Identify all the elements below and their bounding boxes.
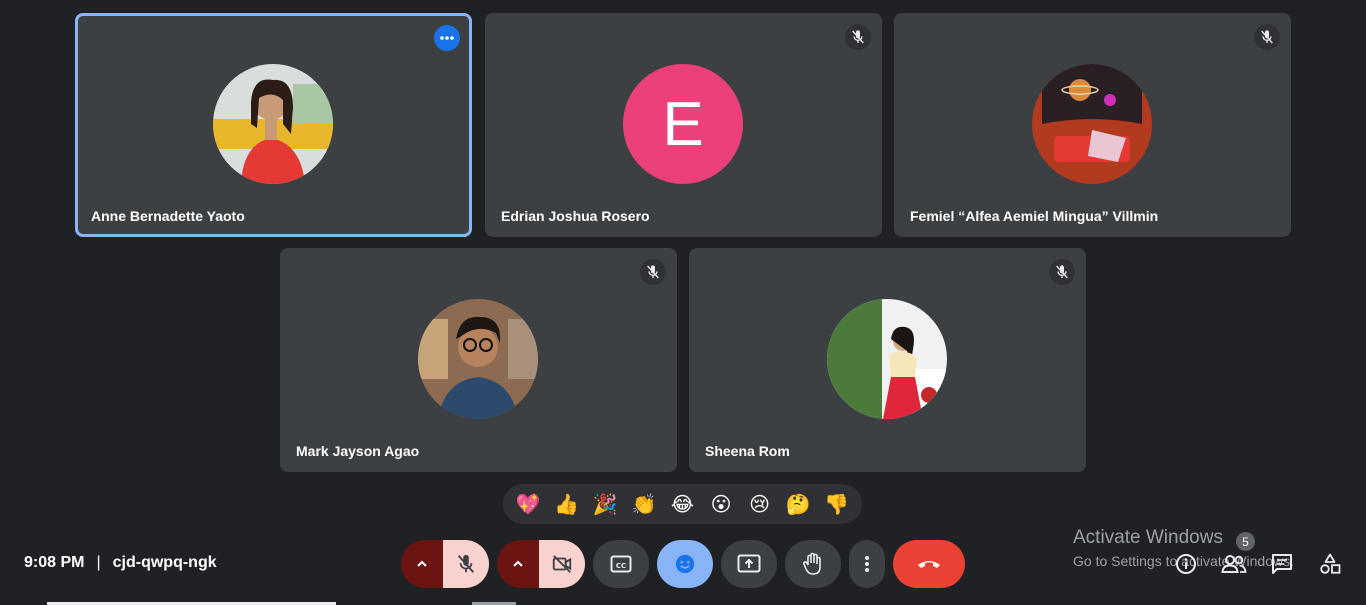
chevron-up-icon <box>417 560 427 567</box>
activities-button[interactable] <box>1318 552 1342 576</box>
participant-name: Femiel “Alfea Aemiel Mingua” Villmin <box>910 208 1159 224</box>
avatar <box>1032 64 1152 184</box>
leave-call-button[interactable] <box>893 540 965 588</box>
participant-tile[interactable]: Anne Bernadette Yaoto <box>75 13 472 237</box>
audio-options-button[interactable] <box>401 540 444 588</box>
microphone-toggle-button[interactable] <box>443 540 489 588</box>
hand-icon <box>803 552 821 575</box>
reaction-sparkling-heart[interactable]: 💖 <box>510 486 546 522</box>
mic-control-group <box>401 540 489 588</box>
reaction-crying[interactable]: 😢 <box>742 486 778 522</box>
more-vertical-icon <box>865 556 869 572</box>
muted-indicator <box>845 24 871 50</box>
videocam-off-icon <box>552 555 572 573</box>
avatar <box>418 299 538 419</box>
participant-tile[interactable]: Mark Jayson Agao <box>280 248 677 472</box>
reaction-surprised[interactable]: 😮 <box>703 486 739 522</box>
reaction-thinking[interactable]: 🤔 <box>780 486 816 522</box>
watermark-title: Activate Windows <box>1073 527 1223 548</box>
present-screen-button[interactable] <box>721 540 777 588</box>
participant-tile[interactable]: E Edrian Joshua Rosero <box>485 13 882 237</box>
chevron-up-icon <box>513 560 523 567</box>
participant-name: Sheena Rom <box>705 443 790 459</box>
muted-indicator <box>1254 24 1280 50</box>
reactions-bar: 💖 👍 🎉 👏 😂 😮 😢 🤔 👎 <box>503 484 862 524</box>
info-icon <box>1176 554 1196 574</box>
reactions-button[interactable] <box>657 540 713 588</box>
more-horizontal-icon <box>440 36 454 40</box>
avatar: E <box>623 64 743 184</box>
participant-name: Anne Bernadette Yaoto <box>91 208 245 224</box>
meeting-time: 9:08 PM <box>24 554 85 571</box>
present-to-all-icon <box>737 554 761 573</box>
avatar <box>827 299 947 419</box>
mic-off-icon <box>852 30 864 44</box>
closed-captions-icon: CC <box>610 555 632 573</box>
camera-toggle-button[interactable] <box>539 540 585 588</box>
activities-shapes-icon <box>1320 553 1341 574</box>
chat-icon <box>1272 554 1292 574</box>
call-end-icon <box>918 561 940 568</box>
reaction-party-popper[interactable]: 🎉 <box>587 486 623 522</box>
more-options-button[interactable] <box>849 540 885 588</box>
mic-off-icon <box>458 554 475 573</box>
chat-button[interactable] <box>1270 552 1294 576</box>
meeting-details-button[interactable] <box>1174 552 1198 576</box>
meeting-info: 9:08 PM | cjd-qwpq-ngk <box>24 554 217 572</box>
people-button[interactable] <box>1221 552 1247 576</box>
svg-text:CC: CC <box>616 562 626 570</box>
participant-name: Edrian Joshua Rosero <box>501 208 650 224</box>
reaction-clapping[interactable]: 👏 <box>626 486 662 522</box>
video-options-button[interactable] <box>497 540 540 588</box>
separator: | <box>96 554 101 571</box>
camera-control-group <box>497 540 585 588</box>
participant-tile[interactable]: Sheena Rom <box>689 248 1086 472</box>
people-icon <box>1221 555 1247 573</box>
mic-off-icon <box>1261 30 1273 44</box>
mic-off-icon <box>1056 265 1068 279</box>
participant-name: Mark Jayson Agao <box>296 443 420 459</box>
muted-indicator <box>640 259 666 285</box>
participant-count-badge: 5 <box>1236 532 1255 551</box>
avatar <box>213 64 333 184</box>
reaction-laughing[interactable]: 😂 <box>664 486 700 522</box>
reaction-thumbs-down[interactable]: 👎 <box>819 486 855 522</box>
reaction-thumbs-up[interactable]: 👍 <box>549 486 585 522</box>
more-options-button[interactable] <box>434 25 460 51</box>
meeting-code: cjd-qwpq-ngk <box>112 554 217 571</box>
participant-tile[interactable]: Femiel “Alfea Aemiel Mingua” Villmin <box>894 13 1291 237</box>
raise-hand-button[interactable] <box>785 540 841 588</box>
mic-off-icon <box>647 265 659 279</box>
muted-indicator <box>1049 259 1075 285</box>
captions-button[interactable]: CC <box>593 540 649 588</box>
emoji-smile-icon <box>675 554 695 574</box>
